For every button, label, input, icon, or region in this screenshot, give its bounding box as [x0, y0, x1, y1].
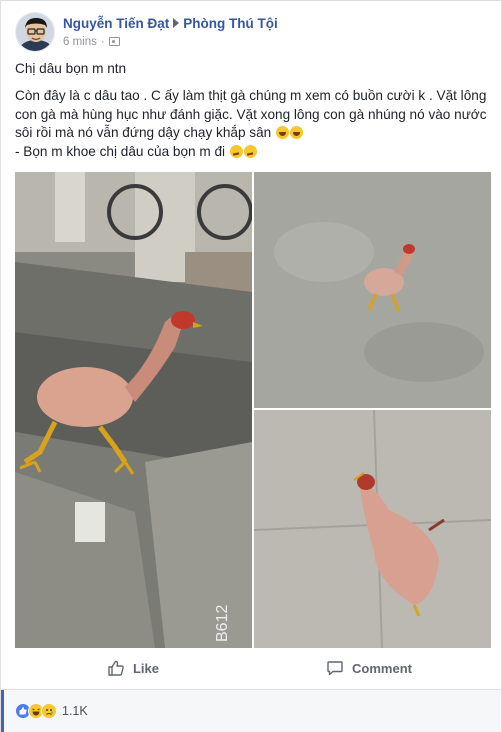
comment-label: Comment [352, 660, 412, 676]
post-text-line-1: Chị dâu bọn m ntn [15, 61, 127, 76]
post-meta: 6 mins · [63, 36, 120, 48]
post-text-line-3: - Bọn m khoe chị dâu của bọn m đi [15, 143, 487, 161]
post-text-line-3-body: - Bọn m khoe chị dâu của bọn m đi [15, 143, 226, 159]
photo-1[interactable]: B612 [15, 172, 252, 648]
reactions-bar: 1.1K [1, 689, 501, 732]
photo-watermark: B612 [214, 605, 231, 642]
speech-bubble-icon [327, 661, 343, 676]
comment-button[interactable]: Comment [251, 651, 487, 685]
photo-2[interactable] [254, 172, 491, 408]
reactions-count: 1.1K [62, 704, 88, 718]
author-avatar[interactable] [15, 12, 55, 52]
like-button[interactable]: Like [15, 651, 251, 685]
sad-reaction-icon [41, 703, 57, 719]
post-actions: Like Comment [15, 651, 487, 685]
unamused-emoji-icon [243, 144, 257, 158]
like-label: Like [132, 660, 159, 676]
photo-grid: B612 [15, 172, 491, 648]
post-header: Nguyễn Tiến Đạt Phòng Thú Tội 6 mins · [15, 12, 485, 54]
post-text: Chị dâu bọn m ntn Còn đây là c dâu tao .… [15, 60, 487, 161]
post-text-line-2-body: Còn đây là c dâu tao . C ấy làm thịt gà … [15, 88, 487, 141]
rofl-emoji-icon [276, 126, 289, 140]
reactions-accent-bar [1, 690, 4, 732]
author-name-link[interactable]: Nguyễn Tiến Đạt [63, 16, 169, 31]
thumbs-up-icon [108, 660, 124, 676]
post-title: Nguyễn Tiến Đạt Phòng Thú Tội [63, 16, 278, 31]
post-card: Nguyễn Tiến Đạt Phòng Thú Tội 6 mins · Chị… [0, 0, 502, 732]
group-audience-icon[interactable] [108, 37, 120, 46]
post-timestamp[interactable]: 6 mins [63, 36, 97, 48]
rofl-emoji-icon [290, 126, 303, 140]
triangle-right-icon [173, 18, 180, 28]
unamused-emoji-icon [229, 144, 243, 158]
reactions-summary[interactable]: 1.1K [15, 702, 88, 720]
group-name-link[interactable]: Phòng Thú Tội [183, 16, 277, 31]
meta-separator: · [100, 36, 105, 48]
photo-3[interactable] [254, 410, 491, 648]
post-text-line-2: Còn đây là c dâu tao . C ấy làm thịt gà … [15, 87, 487, 142]
